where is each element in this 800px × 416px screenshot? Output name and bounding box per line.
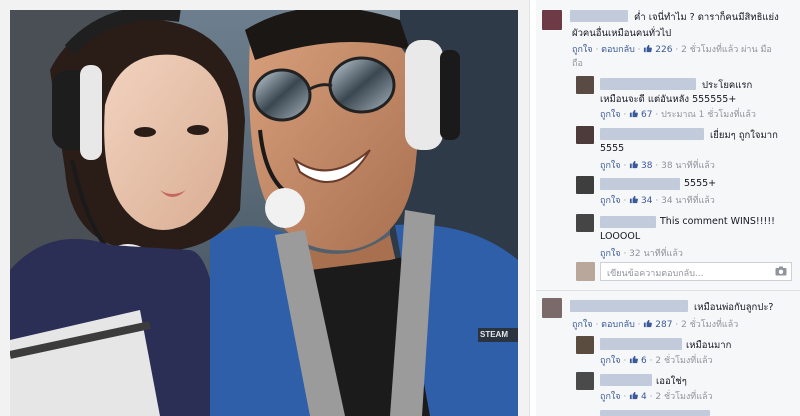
like-count[interactable]: 226: [655, 45, 672, 55]
commenter-name[interactable]: [600, 128, 704, 140]
commenter-name[interactable]: [600, 178, 680, 190]
comment-text: This comment WINS!!!!!: [660, 216, 775, 227]
comments-panel: ค่ำ เจนี่ทำไม ? ดาราก็คนมีสิทธิแย่ง ผัวค…: [536, 0, 800, 416]
like-link[interactable]: ถูกใจ: [600, 356, 621, 366]
reply-input[interactable]: เขียนข้อความตอบกลับ...: [600, 262, 792, 281]
reply-item: This comment WINS!!!!! LOOOOL ถูกใจ · 32…: [536, 212, 800, 260]
avatar[interactable]: [576, 372, 594, 390]
photo-frame: STEAM: [0, 0, 530, 416]
like-count[interactable]: 67: [641, 110, 652, 120]
comment-text: LOOOOL: [600, 231, 641, 242]
comment-time[interactable]: 34 นาทีที่แล้ว: [661, 196, 715, 206]
comment-meta: ถูกใจ · 6 · 2 ชั่วโมงที่แล้ว: [600, 355, 713, 366]
like-count[interactable]: 4: [641, 392, 647, 402]
comment-time[interactable]: ประมาณ 1 ชั่วโมงที่แล้ว: [661, 110, 756, 120]
comment-time-cont: ถือ: [572, 59, 583, 69]
commenter-name[interactable]: [600, 410, 710, 416]
avatar[interactable]: [576, 214, 594, 232]
comment-meta: ถูกใจ · ตอบกลับ · 226 · 2 ชั่วโมงที่แล้ว…: [572, 44, 772, 55]
commenter-name[interactable]: [600, 374, 652, 386]
thumbs-up-icon: [644, 44, 653, 53]
reply-link[interactable]: ตอบกลับ: [601, 45, 635, 55]
camera-icon[interactable]: [775, 266, 787, 276]
comment-text: เยี่ยมๆ ถูกใจมาก: [710, 130, 778, 141]
comment-time[interactable]: 2 ชั่วโมงที่แล้ว: [681, 320, 738, 330]
avatar[interactable]: [542, 298, 562, 318]
thumbs-up-icon: [644, 319, 653, 328]
avatar[interactable]: [576, 336, 594, 354]
avatar[interactable]: [576, 126, 594, 144]
comment-meta: ถูกใจ · 32 นาทีที่แล้ว: [600, 249, 683, 259]
avatar[interactable]: [576, 176, 594, 194]
comment-meta: ถูกใจ · ตอบกลับ · 287 · 2 ชั่วโมงที่แล้ว: [572, 319, 739, 330]
commenter-name[interactable]: [600, 338, 682, 350]
photo-vest-text: STEAM: [480, 330, 508, 339]
comment-text: เหมือนจะดี แต่อันหลัง 555555+: [600, 94, 737, 105]
reply-item: เยี่ยมๆ ถูกใจมาก 5555 ถูกใจ · 38 · 38 นา…: [536, 124, 800, 172]
comment-item: ค่ำ เจนี่ทำไม ? ดาราก็คนมีสิทธิแย่ง ผัวค…: [536, 0, 800, 78]
commenter-name[interactable]: [600, 78, 696, 90]
like-count[interactable]: 38: [641, 161, 652, 171]
like-count[interactable]: 287: [655, 320, 672, 330]
like-link[interactable]: ถูกใจ: [572, 320, 593, 330]
comment-meta: ถูกใจ · 38 · 38 นาทีที่แล้ว: [600, 160, 715, 171]
like-link[interactable]: ถูกใจ: [600, 249, 621, 259]
comment-text: ค่ำ เจนี่ทำไม ? ดาราก็คนมีสิทธิแย่ง: [634, 12, 779, 23]
like-link[interactable]: ถูกใจ: [600, 196, 621, 206]
comment-time[interactable]: 2 ชั่วโมงที่แล้ว: [655, 392, 712, 402]
thumbs-up-icon: [630, 391, 639, 400]
reply-item: เออใช่ๆ ถูกใจ · 4 · 2 ชั่วโมงที่แล้ว: [536, 370, 800, 406]
avatar[interactable]: [542, 10, 562, 30]
like-link[interactable]: ถูกใจ: [572, 45, 593, 55]
current-user-avatar: [576, 262, 595, 281]
comment-time[interactable]: 2 ชั่วโมงที่แล้ว ผ่าน มือ: [681, 45, 772, 55]
comment-text: เออใช่ๆ: [656, 376, 687, 387]
comment-text: 5555+: [684, 178, 717, 189]
avatar[interactable]: [576, 76, 594, 94]
reply-placeholder: เขียนข้อความตอบกลับ...: [607, 269, 704, 279]
comment-time[interactable]: 2 ชั่วโมงที่แล้ว: [655, 356, 712, 366]
reply-item: เหมือนมาก ถูกใจ · 6 · 2 ชั่วโมงที่แล้ว: [536, 334, 800, 370]
reply-link[interactable]: ตอบกลับ: [601, 320, 635, 330]
like-link[interactable]: ถูกใจ: [600, 392, 621, 402]
like-link[interactable]: ถูกใจ: [600, 110, 621, 120]
comment-meta: ถูกใจ · 34 · 34 นาทีที่แล้ว: [600, 195, 715, 206]
like-count[interactable]: 6: [641, 356, 647, 366]
comment-meta: ถูกใจ · 4 · 2 ชั่วโมงที่แล้ว: [600, 391, 713, 402]
photo-illustration: [10, 10, 518, 416]
comment-text: 5555: [600, 143, 625, 154]
thumbs-up-icon: [630, 355, 639, 364]
commenter-name[interactable]: [570, 10, 628, 22]
like-count[interactable]: 34: [641, 196, 652, 206]
comment-time[interactable]: 32 นาทีที่แล้ว: [629, 249, 683, 259]
commenter-name[interactable]: [570, 300, 688, 312]
like-link[interactable]: ถูกใจ: [600, 161, 621, 171]
comment-text: เหมือนพ่อกับลูกปะ?: [694, 302, 774, 313]
divider: [536, 290, 800, 291]
thumbs-up-icon: [630, 160, 639, 169]
comment-meta: ถูกใจ · 67 · ประมาณ 1 ชั่วโมงที่แล้ว: [600, 109, 756, 120]
comment-text: ผัวคนอื่นเหมือนคนทั่วไป: [572, 28, 672, 39]
thumbs-up-icon: [630, 195, 639, 204]
comment-time[interactable]: 38 นาทีที่แล้ว: [661, 161, 715, 171]
reply-item: ประโยคแรก เหมือนจะดี แต่อันหลัง 555555+ …: [536, 72, 800, 122]
selfie-photo[interactable]: STEAM: [10, 10, 518, 416]
comment-item: เหมือนพ่อกับลูกปะ? ถูกใจ · ตอบกลับ · 287…: [536, 296, 800, 336]
reply-item: 5555+ ถูกใจ · 34 · 34 นาทีที่แล้ว: [536, 174, 800, 210]
commenter-name[interactable]: [600, 216, 656, 228]
comment-text: เหมือนมาก: [686, 340, 732, 351]
thumbs-up-icon: [630, 109, 639, 118]
comment-text: ประโยคแรก: [702, 80, 753, 91]
